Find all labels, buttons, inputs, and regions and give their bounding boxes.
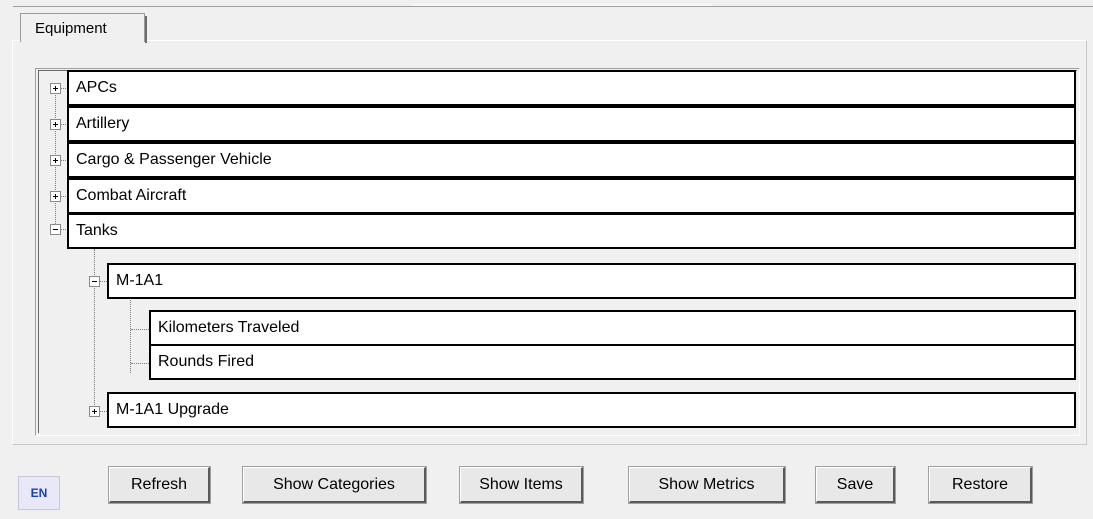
tree-node-label: Artillery [76, 115, 130, 132]
tree-node-artillery[interactable]: Artillery [67, 106, 1076, 142]
expand-icon[interactable] [89, 406, 100, 417]
equipment-tree[interactable]: APCs Artillery Cargo & Passenger Vehicle… [35, 68, 1080, 436]
tree-node-label: Cargo & Passenger Vehicle [76, 151, 272, 168]
restore-button[interactable]: Restore [928, 466, 1033, 504]
tree-node-rounds-fired[interactable]: Rounds Fired [149, 344, 1076, 380]
tree-node-label: Combat Aircraft [76, 187, 187, 204]
expand-icon[interactable] [50, 191, 61, 202]
tree-node-tanks[interactable]: Tanks [67, 213, 1076, 249]
tree-node-kilometers-traveled[interactable]: Kilometers Traveled [149, 310, 1076, 346]
tree-node-label: M-1A1 [116, 272, 164, 289]
tree-node-label: APCs [76, 79, 117, 96]
tree-node-cargo-passenger-vehicle[interactable]: Cargo & Passenger Vehicle [67, 142, 1076, 178]
tree-connector-tanks-children [94, 249, 95, 411]
expand-icon[interactable] [50, 83, 61, 94]
show-categories-button[interactable]: Show Categories [242, 466, 427, 504]
tree-connector-rounds [131, 363, 149, 364]
tree-node-apcs[interactable]: APCs [67, 70, 1076, 106]
tree-node-m1a1[interactable]: M-1A1 [107, 263, 1076, 299]
tree-node-label: Kilometers Traveled [158, 319, 300, 336]
expand-icon[interactable] [50, 119, 61, 130]
tree-connector-km [131, 329, 149, 330]
show-metrics-button[interactable]: Show Metrics [628, 466, 786, 504]
tree-node-combat-aircraft[interactable]: Combat Aircraft [67, 178, 1076, 214]
show-items-button[interactable]: Show Items [459, 466, 584, 504]
collapse-icon[interactable] [50, 224, 61, 235]
tree-node-label: Tanks [76, 222, 118, 239]
refresh-button[interactable]: Refresh [108, 466, 211, 504]
tree-connector-m1a1-children [130, 291, 131, 373]
tree-connector-m1a1-upgrade [99, 411, 107, 412]
tab-equipment[interactable]: Equipment [20, 13, 147, 43]
tree-node-label: M-1A1 Upgrade [116, 401, 229, 418]
expand-icon[interactable] [50, 155, 61, 166]
collapse-icon[interactable] [89, 276, 100, 287]
tab-equipment-label: Equipment [35, 20, 107, 37]
save-button[interactable]: Save [815, 466, 896, 504]
tree-node-m1a1-upgrade[interactable]: M-1A1 Upgrade [107, 392, 1076, 428]
tree-node-label: Rounds Fired [158, 353, 255, 370]
top-separator [13, 6, 1093, 7]
tree-connector-m1a1 [99, 281, 107, 282]
language-indicator[interactable]: EN [18, 476, 60, 510]
